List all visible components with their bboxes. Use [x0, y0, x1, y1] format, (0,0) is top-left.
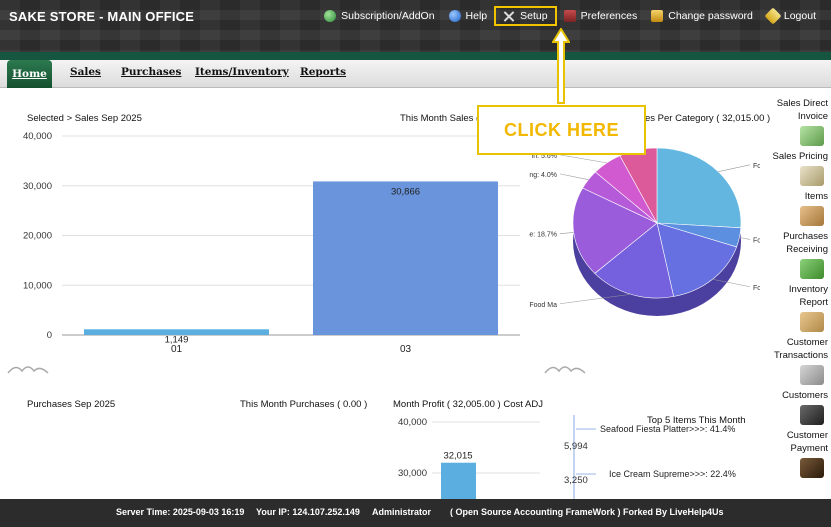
money-icon: [800, 126, 824, 146]
quick-link-label: Customer Transactions: [773, 337, 828, 361]
quick-link-sales-pricing[interactable]: Sales Pricing: [768, 150, 828, 186]
user-role: Administrator: [372, 507, 432, 517]
subscription-link[interactable]: Subscription/AddOn: [317, 6, 441, 26]
pie-label: Food Ice: [753, 285, 760, 292]
click-here-callout: CLICK HERE: [477, 105, 646, 155]
change-password-link[interactable]: Change password: [644, 6, 760, 26]
y-tick-label: 5,994: [564, 441, 588, 452]
preferences-icon: [563, 10, 576, 22]
quick-links-panel: Sales Direct Invoice Sales Pricing Items…: [768, 97, 828, 482]
app-title: SAKE STORE - MAIN OFFICE: [9, 9, 195, 24]
menu-home[interactable]: Home: [7, 60, 52, 88]
logout-label: Logout: [783, 10, 816, 22]
bar-value-label: 30,866: [391, 186, 420, 197]
items-icon: [800, 206, 824, 226]
pie-label: Food Ma: [529, 302, 557, 309]
y-tick-label: 30,000: [23, 181, 52, 192]
y-tick-label: 40,000: [398, 417, 427, 428]
y-tick-label: 3,250: [564, 475, 588, 486]
y-tick-label: 20,000: [23, 231, 52, 242]
pie-leader-line: [559, 173, 589, 180]
chart-menu-icon: [7, 366, 49, 374]
y-tick-label: 40,000: [23, 131, 52, 142]
pie-label: Food Hc: [753, 237, 760, 244]
quick-link-sales-direct-invoice[interactable]: Sales Direct Invoice: [768, 97, 828, 146]
quick-link-purchases-receiving[interactable]: Purchases Receiving: [768, 230, 828, 279]
quick-link-label: Sales Pricing: [772, 151, 828, 162]
top-nav: Subscription/AddOn Help Setup Preference…: [317, 6, 823, 26]
key-icon: [764, 7, 782, 25]
user-ip: Your IP: 124.107.252.149: [256, 507, 360, 517]
y-tick-label: 0: [47, 330, 52, 341]
quick-link-label: Inventory Report: [788, 284, 828, 308]
quick-link-label: Sales Direct Invoice: [776, 98, 828, 122]
menu-items-inventory[interactable]: Items/Inventory: [195, 66, 289, 78]
charts-canvas: 010,00020,00030,00040,0001,1490130,86603…: [7, 131, 760, 499]
setup-link[interactable]: Setup: [494, 6, 557, 26]
x-tick-label: 01: [171, 344, 183, 355]
quick-link-label: Customers: [782, 390, 828, 401]
callout-arrow: [552, 28, 570, 104]
quick-link-customer-transactions[interactable]: Customer Transactions: [768, 336, 828, 385]
menu-reports[interactable]: Reports: [300, 66, 346, 78]
help-link[interactable]: Help: [442, 6, 495, 26]
quick-link-items[interactable]: Items: [768, 190, 828, 226]
pie-leader-line: [718, 164, 751, 172]
receiving-icon: [800, 259, 824, 279]
footer-credit: ( Open Source Accounting FrameWork ) For…: [450, 507, 724, 517]
x-tick-label: 03: [400, 344, 412, 355]
app-header: SAKE STORE - MAIN OFFICE Subscription/Ad…: [0, 0, 831, 52]
accent-bar: [0, 52, 831, 60]
help-label: Help: [465, 10, 488, 22]
pie-label: e: 18.7%: [529, 232, 557, 239]
pie-slice: [656, 147, 742, 229]
top5-item-label: Ice Cream Supreme>>>: 22.4%: [609, 469, 736, 479]
customers-icon: [800, 405, 824, 425]
inventory-icon: [800, 312, 824, 332]
bar-value-label: 32,015: [443, 451, 472, 462]
quick-link-label: Customer Payment: [786, 430, 828, 454]
server-time: Server Time: 2025-09-03 16:19: [116, 507, 245, 517]
pie-leader-line: [559, 232, 574, 234]
quick-link-customers[interactable]: Customers: [768, 389, 828, 425]
top5-item-label: Seafood Fiesta Platter>>>: 41.4%: [600, 424, 735, 434]
pie-label: ng: 4.0%: [529, 172, 557, 179]
y-tick-label: 10,000: [23, 280, 52, 291]
chart-menu-icon: [544, 366, 586, 374]
preferences-link[interactable]: Preferences: [557, 6, 645, 26]
subscription-label: Subscription/AddOn: [341, 10, 435, 22]
quick-link-label: Purchases Receiving: [783, 231, 828, 255]
preferences-label: Preferences: [580, 10, 638, 22]
status-footer: Server Time: 2025-09-03 16:19 Your IP: 1…: [0, 499, 831, 527]
quick-link-customer-payment[interactable]: Customer Payment: [768, 429, 828, 478]
pie-leader-line: [559, 154, 607, 164]
dashboard: Selected > Sales Sep 2025 This Month Sal…: [0, 89, 831, 499]
menu-sales[interactable]: Sales: [70, 66, 101, 78]
menu-purchases[interactable]: Purchases: [121, 66, 181, 78]
change-password-label: Change password: [668, 10, 753, 22]
globe-icon: [324, 10, 337, 22]
quick-link-label: Items: [804, 191, 828, 202]
pricing-icon: [800, 166, 824, 186]
payment-icon: [800, 458, 824, 478]
lock-icon: [651, 10, 664, 22]
logout-link[interactable]: Logout: [760, 6, 823, 26]
bar-03: [313, 181, 498, 335]
tools-icon: [503, 10, 515, 22]
setup-label: Setup: [520, 10, 548, 22]
pie-leader-line: [739, 237, 751, 240]
transactions-icon: [800, 365, 824, 385]
help-icon: [448, 10, 461, 22]
profit-bar: [441, 462, 476, 499]
main-menu: Home Sales Purchases Items/Inventory Rep…: [0, 60, 831, 88]
pie-label: Food De: [753, 163, 760, 170]
y-tick-label: 30,000: [398, 468, 427, 479]
quick-link-inventory-report[interactable]: Inventory Report: [768, 283, 828, 332]
